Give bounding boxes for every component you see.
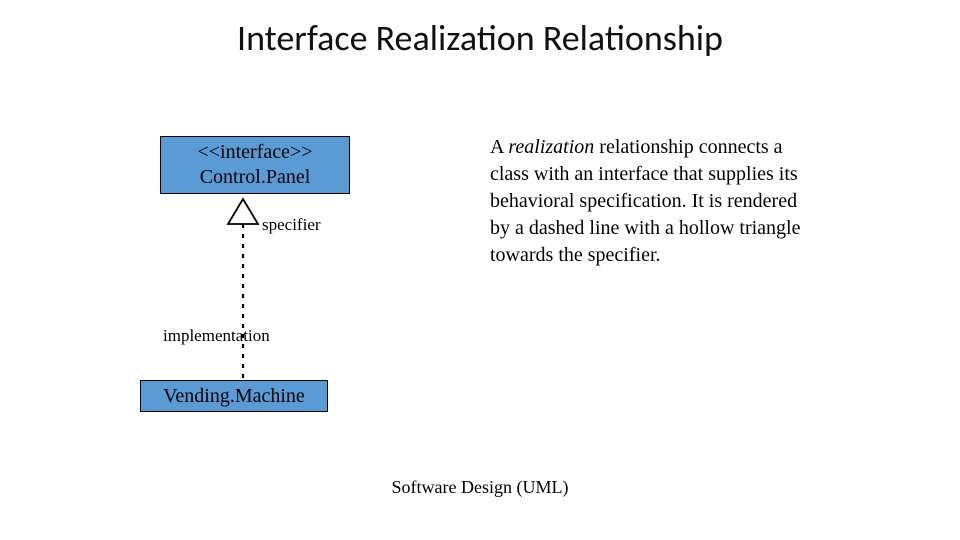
hollow-triangle-icon: [228, 199, 258, 224]
implementation-label: implementation: [163, 326, 270, 346]
body-italic: realization: [508, 136, 594, 158]
uml-class-box: Vending.Machine: [140, 380, 328, 412]
interface-stereotype: <<interface>>: [161, 140, 349, 165]
realization-connector: [0, 0, 960, 540]
interface-name: Control.Panel: [161, 165, 349, 190]
body-pre: A: [490, 136, 508, 158]
uml-interface-box: <<interface>> Control.Panel: [160, 136, 350, 194]
slide-title: Interface Realization Relationship: [0, 16, 960, 60]
explanation-text: A realization relationship connects a cl…: [490, 134, 820, 269]
specifier-label: specifier: [262, 215, 321, 235]
class-name: Vending.Machine: [141, 384, 327, 409]
footer-text: Software Design (UML): [0, 477, 960, 498]
